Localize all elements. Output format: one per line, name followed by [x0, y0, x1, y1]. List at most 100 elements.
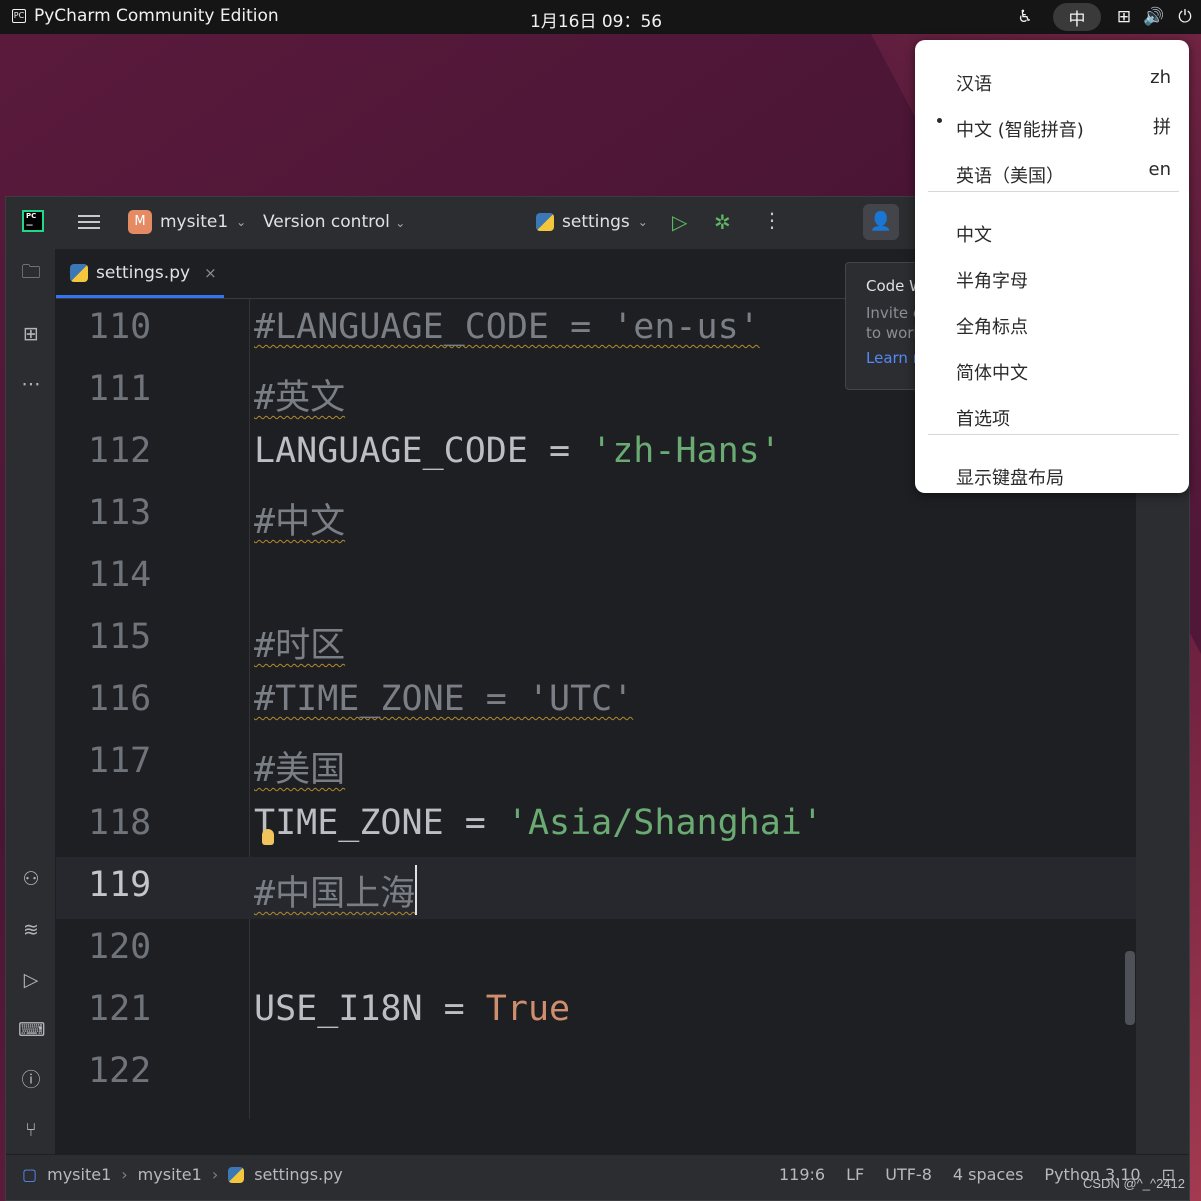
menu-item-shortcut: zh [1150, 67, 1171, 88]
line-number: 112 [88, 431, 152, 471]
services-icon[interactable]: ▷ [18, 967, 44, 993]
left-tool-strip: 🗀 ⊞ ⋯ ⚇ ≋ ▷ ⌨ ⓘ ⑂ [6, 249, 56, 1154]
problems-icon[interactable]: ⓘ [18, 1067, 44, 1093]
network-icon[interactable]: ⊞ [1109, 3, 1139, 31]
python-file-icon [70, 264, 88, 282]
code-line: 122 [56, 1043, 1136, 1105]
project-name: mysite1 [160, 212, 229, 232]
menu-item-hanyu[interactable]: 汉语 zh [915, 52, 1189, 96]
comment-token: #英文 [254, 378, 346, 418]
breadcrumb-item[interactable]: mysite1 [138, 1165, 202, 1184]
line-number: 117 [88, 741, 152, 781]
menu-item-show-keyboard-layout[interactable]: 显示键盘布局 [915, 446, 1189, 490]
breadcrumb-item[interactable]: mysite1 [47, 1165, 111, 1184]
breadcrumb: ▢ mysite1 › mysite1 › settings.py [22, 1165, 343, 1184]
menu-item-preferences[interactable]: 首选项 [915, 387, 1189, 431]
line-separator[interactable]: LF [846, 1165, 864, 1184]
clock[interactable]: 1月16日 09：56 [530, 7, 662, 32]
line-number: 114 [88, 555, 152, 595]
python-file-icon [228, 1166, 245, 1183]
line-number: 119 [88, 865, 152, 905]
main-menu-icon[interactable] [78, 211, 100, 233]
line-number: 111 [88, 369, 152, 409]
menu-item-label: 全角标点 [956, 317, 1028, 338]
editor-scrollbar[interactable] [1125, 951, 1135, 1025]
version-control-label: Version control [263, 212, 390, 232]
active-app-menu[interactable]: PC PyCharm Community Edition [12, 6, 279, 26]
menu-item-english-us[interactable]: 英语（美国） en [915, 144, 1189, 188]
chevron-down-icon: ⌄ [637, 215, 648, 229]
comment-token: #LANGUAGE_CODE = 'en-us' [254, 307, 760, 347]
tab-label: settings.py [96, 263, 191, 283]
menu-item-halfwidth-letters[interactable]: 半角字母 [915, 249, 1189, 293]
chevron-right-icon: › [121, 1165, 128, 1184]
caret-position[interactable]: 119:6 [779, 1165, 825, 1184]
python-packages-icon[interactable]: ≋ [18, 917, 44, 943]
line-number: 115 [88, 617, 152, 657]
project-folder-icon[interactable]: 🗀 [18, 259, 44, 285]
code-line: 116 #TIME_ZONE = 'UTC' [56, 671, 1136, 733]
menu-item-chinese-mode[interactable]: 中文 [915, 203, 1189, 247]
close-tab-icon[interactable]: × [204, 264, 217, 282]
menu-divider [928, 191, 1179, 192]
system-tray: ♿ 中 ⊞ 🔊 ⏻ [1011, 0, 1201, 34]
input-method-menu: 汉语 zh 中文 (智能拼音) 拼 英语（美国） en 中文 半角字母 全角标点… [915, 40, 1189, 493]
tab-settings-py[interactable]: settings.py × [70, 263, 217, 283]
identifier-token: LANGUAGE_CODE = [254, 431, 592, 471]
terminal-icon[interactable]: ⌨ [18, 1017, 45, 1043]
active-tab-indicator [56, 295, 224, 298]
line-content: #时区 [254, 617, 345, 668]
comment-token: #时区 [254, 626, 346, 666]
identifier-token: TIME_ZONE = [254, 803, 507, 843]
line-number: 120 [88, 927, 152, 967]
run-configuration-selector[interactable]: settings ⌄ [536, 212, 648, 232]
more-actions-icon[interactable]: ⋮ [762, 208, 782, 232]
menu-item-label: 汉语 [956, 74, 992, 95]
indent-setting[interactable]: 4 spaces [953, 1165, 1024, 1184]
pycharm-app-icon: PC [12, 9, 26, 23]
menu-item-pinyin[interactable]: 中文 (智能拼音) 拼 [915, 98, 1189, 142]
menu-item-label: 显示键盘布局 [956, 468, 1064, 489]
current-code-line: 119 #中国上海 [56, 857, 1136, 919]
accessibility-icon[interactable]: ♿ [1011, 3, 1039, 31]
menu-item-fullwidth-punct[interactable]: 全角标点 [915, 295, 1189, 339]
comment-token: #中国上海 [254, 874, 416, 914]
project-selector[interactable]: M mysite1 ⌄ [128, 210, 246, 234]
line-content: USE_I18N = True [254, 989, 570, 1029]
line-content: #中国上海 [254, 865, 418, 916]
menu-item-label: 中文 [956, 225, 992, 246]
menu-item-label: 中文 (智能拼音) [956, 120, 1084, 141]
code-line: 117 #美国 [56, 733, 1136, 795]
git-icon[interactable]: ⑂ [18, 1117, 44, 1143]
line-content: #LANGUAGE_CODE = 'en-us' [254, 307, 760, 347]
menu-item-simplified-chinese[interactable]: 简体中文 [915, 341, 1189, 385]
volume-icon[interactable]: 🔊 [1139, 3, 1169, 31]
more-tools-icon[interactable]: ⋯ [18, 371, 44, 397]
line-content: TIME_ZONE = 'Asia/Shanghai' [254, 803, 823, 843]
version-control-menu[interactable]: Version control ⌄ [263, 212, 405, 232]
breadcrumb-item[interactable]: settings.py [254, 1165, 343, 1184]
run-icon[interactable]: ▷ [672, 210, 687, 234]
identifier-token: USE_I18N = [254, 989, 486, 1029]
python-file-icon [536, 213, 554, 231]
code-line: 115 #时区 [56, 609, 1136, 671]
menu-item-label: 简体中文 [956, 363, 1028, 384]
structure-icon[interactable]: ⊞ [18, 321, 44, 347]
file-encoding[interactable]: UTF-8 [885, 1165, 932, 1184]
intention-bulb-icon[interactable] [262, 829, 274, 845]
input-method-button[interactable]: 中 [1053, 3, 1101, 31]
chevron-right-icon: › [211, 1165, 219, 1184]
menu-item-shortcut: en [1148, 159, 1171, 180]
debug-icon[interactable]: ✲ [714, 210, 731, 234]
code-line: 118 TIME_ZONE = 'Asia/Shanghai' [56, 795, 1136, 857]
line-content: #美国 [254, 741, 345, 792]
code-with-me-icon[interactable]: 👤 [863, 204, 899, 240]
line-content: LANGUAGE_CODE = 'zh-Hans' [254, 431, 781, 471]
line-number: 121 [88, 989, 152, 1029]
menu-item-label: 半角字母 [956, 271, 1028, 292]
menu-item-shortcut: 拼 [1153, 117, 1171, 138]
code-line: 114 [56, 547, 1136, 609]
power-icon[interactable]: ⏻ [1169, 3, 1201, 31]
selected-dot-icon [937, 118, 942, 123]
python-console-icon[interactable]: ⚇ [18, 866, 44, 892]
